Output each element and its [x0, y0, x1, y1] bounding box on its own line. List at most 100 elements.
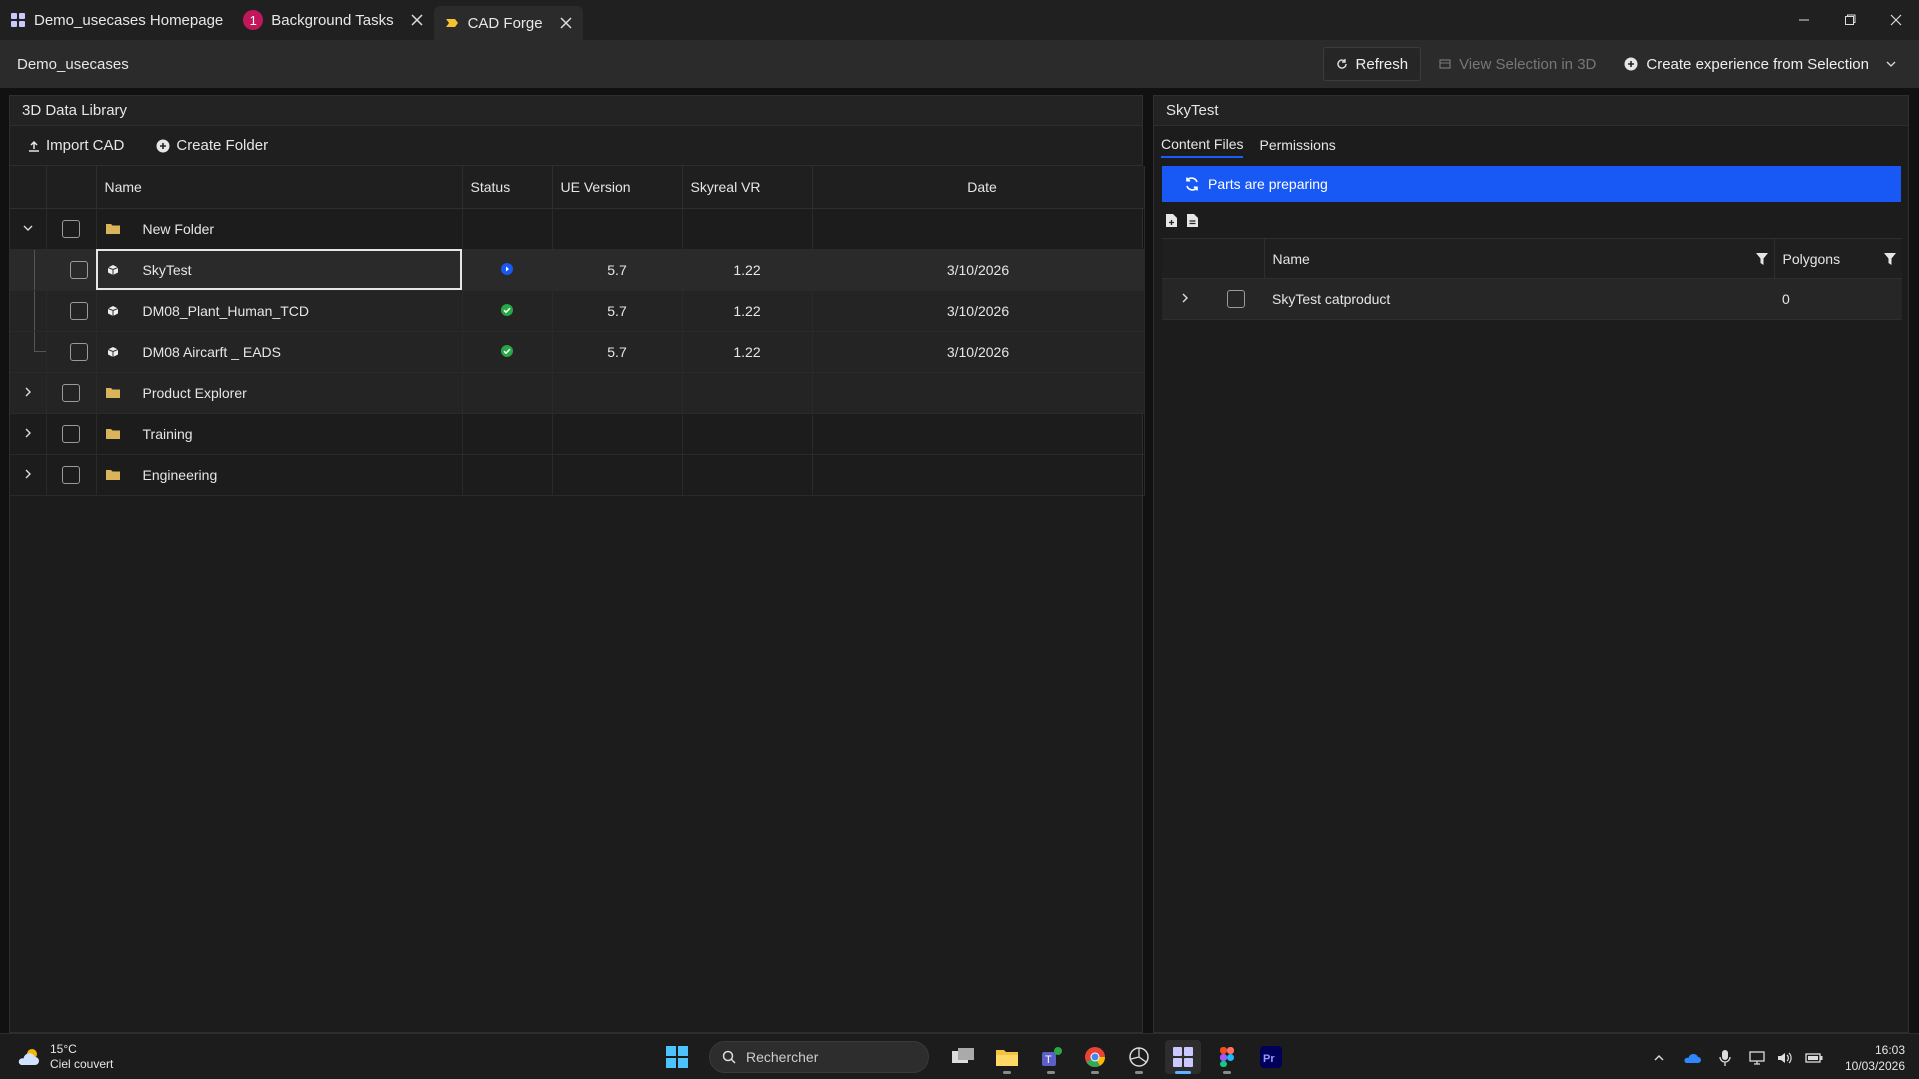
details-panel: SkyTest Content Files Permissions Parts … — [1153, 95, 1909, 1033]
create-experience-dropdown[interactable] — [1881, 47, 1919, 81]
table-row[interactable]: Training — [10, 413, 1145, 455]
chevron-right-icon — [25, 428, 31, 437]
panel-title: 3D Data Library — [10, 96, 1142, 126]
row-checkbox[interactable] — [62, 465, 80, 484]
table-row[interactable]: Engineering — [10, 454, 1145, 496]
expand-toggle[interactable] — [10, 208, 47, 250]
ue-version: 5.7 — [552, 331, 683, 373]
table-row[interactable]: DM08_Plant_Human_TCD 5.7 1.22 3/10/2026 — [10, 290, 1145, 332]
volume-icon[interactable] — [1777, 1051, 1793, 1065]
row-checkbox[interactable] — [1227, 290, 1245, 309]
windows-icon — [666, 1046, 688, 1068]
view-3d-icon — [1439, 59, 1451, 69]
task-view-button[interactable] — [945, 1040, 981, 1074]
teams-button[interactable]: T — [1033, 1040, 1069, 1074]
view-selection-label: View Selection in 3D — [1459, 55, 1597, 73]
tree-line — [10, 290, 47, 332]
column-date[interactable]: Date — [812, 166, 1145, 209]
svg-text:T: T — [1045, 1054, 1052, 1066]
figma-button[interactable] — [1209, 1040, 1245, 1074]
chevron-right-icon — [25, 469, 31, 478]
row-name: SkyTest — [142, 261, 192, 278]
table-row[interactable]: DM08 Aircarft _ EADS 5.7 1.22 3/10/2026 — [10, 331, 1145, 373]
minimize-icon[interactable] — [1781, 0, 1827, 40]
expand-toggle[interactable] — [10, 413, 47, 455]
create-folder-button[interactable]: Create Folder — [156, 137, 268, 154]
aperture-icon — [1129, 1047, 1149, 1067]
file-icon[interactable] — [1187, 213, 1198, 227]
tab-permissions[interactable]: Permissions — [1259, 133, 1335, 157]
weather-condition: Ciel couvert — [50, 1057, 114, 1071]
row-checkbox[interactable] — [62, 219, 80, 238]
chrome-button[interactable] — [1077, 1040, 1113, 1074]
table-row[interactable]: SkyTest 5.7 1.22 3/10/2026 — [10, 249, 1145, 291]
column-name[interactable]: Name — [96, 166, 463, 209]
import-cad-button[interactable]: Import CAD — [28, 137, 124, 154]
teams-icon: T — [1042, 1047, 1062, 1066]
refresh-button[interactable]: Refresh — [1322, 47, 1422, 81]
expand-toggle[interactable] — [10, 454, 47, 496]
folder-icon — [105, 223, 121, 234]
figma-icon — [1220, 1047, 1234, 1067]
app-button[interactable] — [1121, 1040, 1157, 1074]
row-checkbox[interactable] — [69, 342, 88, 361]
import-cad-label: Import CAD — [46, 137, 125, 154]
taskbar-apps: Rechercher T Pr — [655, 1040, 1293, 1074]
column-name[interactable]: Name — [1264, 238, 1775, 279]
title-bar: Demo_usecases Homepage 1 Background Task… — [0, 0, 1919, 40]
microphone-icon[interactable] — [1719, 1050, 1731, 1066]
onedrive-icon[interactable] — [1683, 1051, 1701, 1065]
column-polygons[interactable]: Polygons — [1774, 238, 1902, 279]
row-checkbox[interactable] — [62, 383, 80, 402]
weather-widget[interactable]: 15°C Ciel couvert — [16, 1042, 113, 1072]
window-controls — [1781, 0, 1919, 40]
chevron-right-icon — [25, 387, 31, 396]
start-button[interactable] — [659, 1040, 695, 1074]
close-window-icon[interactable] — [1873, 0, 1919, 40]
expand-toggle[interactable] — [1162, 278, 1208, 320]
date: 3/10/2026 — [812, 331, 1145, 373]
task-view-icon — [952, 1048, 974, 1063]
content-files-table: Name Polygons SkyTest catproduct 0 — [1162, 238, 1902, 320]
row-name: Product Explorer — [142, 384, 247, 401]
chevron-up-icon[interactable] — [1653, 1052, 1665, 1064]
taskbar: 15°C Ciel couvert Rechercher T Pr 16:03 … — [0, 1033, 1919, 1079]
cad-forge-taskbar-button[interactable] — [1165, 1040, 1201, 1074]
file-add-icon[interactable] — [1166, 213, 1177, 227]
table-row[interactable]: New Folder — [10, 208, 1145, 250]
table-row[interactable]: Product Explorer — [10, 372, 1145, 414]
banner-text: Parts are preparing — [1208, 176, 1328, 192]
model-icon — [105, 264, 121, 276]
row-checkbox[interactable] — [69, 260, 88, 279]
view-selection-button[interactable]: View Selection in 3D — [1427, 47, 1608, 81]
network-icon[interactable] — [1749, 1051, 1765, 1065]
close-icon[interactable] — [410, 13, 424, 27]
create-experience-button[interactable]: Create experience from Selection — [1612, 47, 1881, 81]
file-explorer-button[interactable] — [989, 1040, 1025, 1074]
tab-label: CAD Forge — [467, 14, 543, 32]
tab-cad-forge[interactable]: CAD Forge — [433, 6, 583, 40]
row-checkbox[interactable] — [62, 424, 80, 443]
row-checkbox[interactable] — [69, 301, 88, 320]
filter-icon[interactable] — [1884, 252, 1896, 265]
restore-icon[interactable] — [1827, 0, 1873, 40]
clock[interactable]: 16:03 10/03/2026 — [1845, 1042, 1905, 1074]
table-row[interactable]: SkyTest catproduct 0 — [1162, 278, 1902, 320]
chevron-down-icon — [1886, 61, 1896, 67]
column-ue-version[interactable]: UE Version — [552, 166, 683, 209]
column-skyreal-vr[interactable]: Skyreal VR — [682, 166, 813, 209]
close-icon[interactable] — [559, 16, 573, 30]
filter-icon[interactable] — [1755, 252, 1768, 265]
premiere-button[interactable]: Pr — [1253, 1040, 1289, 1074]
skyreal-version: 1.22 — [682, 290, 813, 332]
expand-toggle[interactable] — [10, 372, 47, 414]
tab-content-files[interactable]: Content Files — [1161, 132, 1244, 158]
refresh-label: Refresh — [1355, 55, 1409, 73]
model-icon — [105, 346, 121, 358]
date: 3/10/2026 — [812, 290, 1145, 332]
taskbar-search[interactable]: Rechercher — [709, 1041, 929, 1073]
column-status[interactable]: Status — [462, 166, 553, 209]
tab-background-tasks[interactable]: 1 Background Tasks — [233, 0, 433, 40]
battery-icon[interactable] — [1805, 1052, 1823, 1064]
tab-homepage[interactable]: Demo_usecases Homepage — [0, 0, 233, 40]
